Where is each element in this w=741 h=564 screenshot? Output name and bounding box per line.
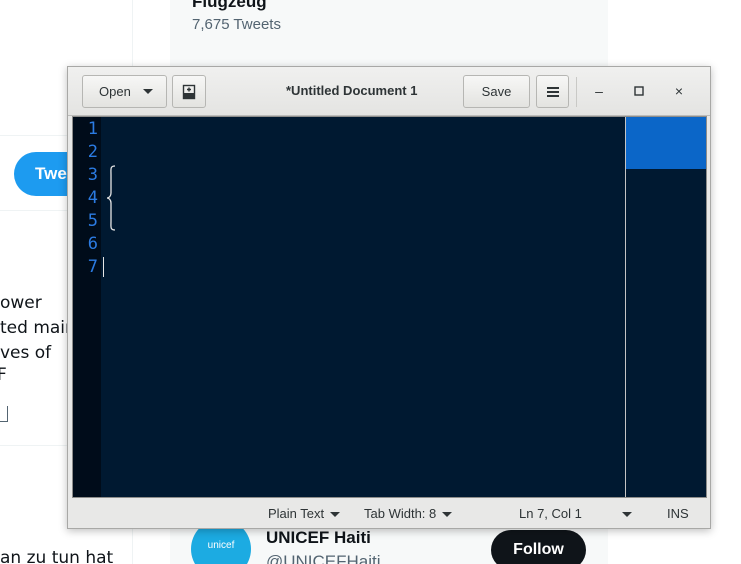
maximize-button[interactable] <box>627 79 651 103</box>
language-label: Plain Text <box>268 506 325 521</box>
language-selector[interactable]: Plain Text <box>268 506 341 521</box>
tweet-text-line: ower <box>0 293 42 313</box>
line-number: 7 <box>87 257 98 277</box>
maximize-icon <box>634 86 644 96</box>
text-editor-window: Open *Untitled Document 1 Save – × 1 2 3… <box>67 66 711 529</box>
new-document-icon <box>182 84 196 99</box>
chevron-down-icon <box>143 89 153 94</box>
minimap-viewport[interactable] <box>626 117 706 169</box>
tweet-text-line: an zu tun hat <box>0 548 114 564</box>
profile-name[interactable]: Flugzeug <box>192 0 267 12</box>
text-editor-area[interactable]: 1 2 3 4 5 6 7 <box>72 116 707 498</box>
account-name[interactable]: UNICEF Haiti <box>266 528 371 548</box>
cursor-position-selector[interactable]: Ln 7, Col 1 <box>519 506 632 521</box>
chevron-down-icon <box>621 512 632 518</box>
close-icon: × <box>674 83 684 99</box>
hamburger-icon <box>546 86 559 97</box>
account-handle: @UNICEFHaiti <box>266 552 381 564</box>
line-number: 5 <box>87 211 98 231</box>
header-bar: Open *Untitled Document 1 Save – × <box>68 67 710 116</box>
line-number: 1 <box>87 119 98 139</box>
chevron-down-icon <box>330 512 341 518</box>
cursor-position-label: Ln 7, Col 1 <box>519 506 582 521</box>
line-number-gutter: 1 2 3 4 5 6 7 <box>73 117 101 497</box>
share-icon[interactable] <box>0 406 8 422</box>
document-title: *Untitled Document 1 <box>286 83 418 98</box>
tab-width-label: Tab Width: 8 <box>364 506 437 521</box>
minimize-icon: – <box>595 83 603 99</box>
header-separator <box>576 77 577 107</box>
open-button[interactable]: Open <box>82 75 167 108</box>
line-number: 2 <box>87 142 98 162</box>
open-button-label: Open <box>99 84 131 99</box>
tab-width-selector[interactable]: Tab Width: 8 <box>364 506 453 521</box>
tweet-text-line: F <box>0 365 7 385</box>
status-bar: Plain Text Tab Width: 8 Ln 7, Col 1 INS <box>68 498 710 528</box>
document-minimap[interactable] <box>625 117 706 497</box>
insert-mode-indicator[interactable]: INS <box>667 506 689 521</box>
line-number: 4 <box>87 188 98 208</box>
new-document-button[interactable] <box>172 75 206 108</box>
line-number: 3 <box>87 165 98 185</box>
code-fold-bracket[interactable] <box>106 165 116 231</box>
tweet-text-line: ves of <box>0 343 52 363</box>
tweet-text-line: ted main <box>0 318 76 338</box>
close-button[interactable]: × <box>667 79 691 103</box>
follow-button[interactable]: Follow <box>491 530 586 564</box>
save-button[interactable]: Save <box>463 75 530 108</box>
text-cursor <box>103 257 104 277</box>
menu-button[interactable] <box>536 75 569 108</box>
chevron-down-icon <box>442 512 453 518</box>
minimize-button[interactable]: – <box>587 79 611 103</box>
line-number: 6 <box>87 234 98 254</box>
tweet-count: 7,675 Tweets <box>192 16 281 33</box>
